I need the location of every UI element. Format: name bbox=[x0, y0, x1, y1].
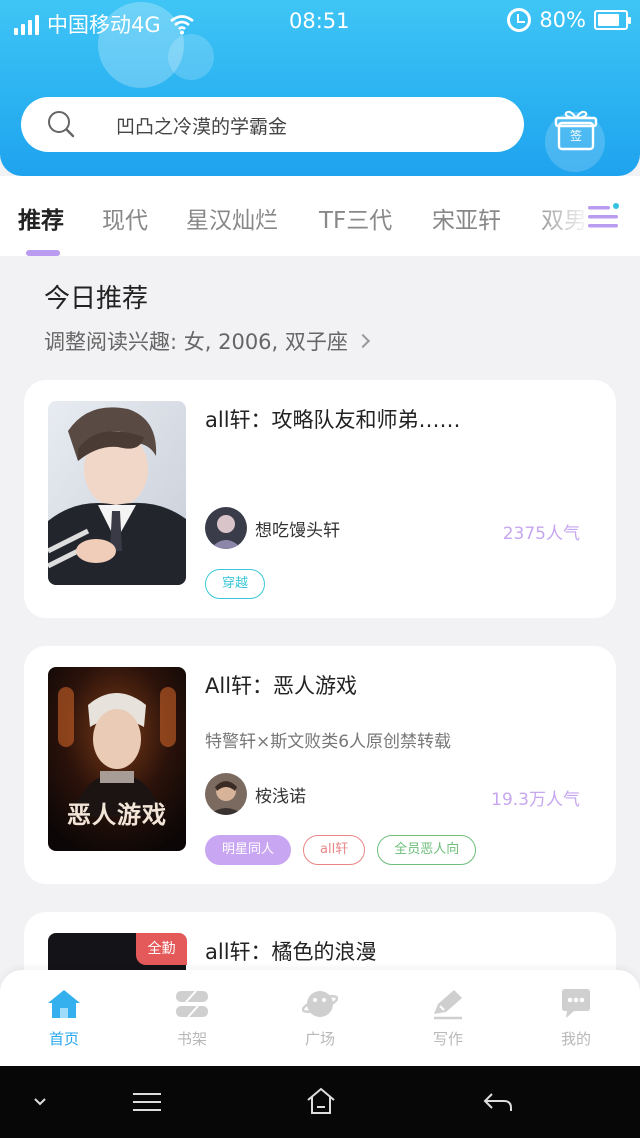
tab-xinghan[interactable]: 星汉灿烂 bbox=[186, 201, 278, 235]
author-avatar bbox=[205, 507, 247, 549]
author-row[interactable]: 想吃馒头轩 bbox=[205, 507, 340, 549]
nav-square[interactable]: 广场 bbox=[280, 988, 360, 1049]
author-row[interactable]: 桉浅诺 bbox=[205, 773, 306, 815]
bookshelf-icon bbox=[176, 990, 208, 1018]
book-card[interactable]: 恶人游戏 All轩：恶人游戏 特警轩×斯文败类6人原创禁转载 桉浅诺 19.3万… bbox=[24, 646, 616, 884]
chat-icon bbox=[562, 989, 590, 1018]
tab-modern[interactable]: 现代 bbox=[102, 201, 148, 235]
tab-tf3[interactable]: TF三代 bbox=[319, 201, 392, 235]
tab-songyaxuan[interactable]: 宋亚轩 bbox=[432, 201, 501, 235]
battery-icon bbox=[594, 10, 631, 30]
menu-icon[interactable] bbox=[132, 1091, 162, 1113]
tag[interactable]: 穿越 bbox=[205, 569, 266, 599]
wifi-icon bbox=[169, 15, 194, 35]
cover-title: 恶人游戏 bbox=[67, 800, 167, 829]
category-menu-icon[interactable] bbox=[588, 203, 622, 231]
battery-percent: 80% bbox=[539, 8, 586, 32]
signal-icon bbox=[14, 13, 39, 35]
interest-adjust-link[interactable]: 调整阅读兴趣: 女, 2006, 双子座 bbox=[44, 326, 370, 356]
search-placeholder: 凹凸之冷漠的学霸金 bbox=[116, 116, 288, 138]
book-cover[interactable]: 恶人游戏 bbox=[48, 667, 186, 851]
nav-write[interactable]: 写作 bbox=[408, 988, 488, 1049]
author-name: 桉浅诺 bbox=[255, 786, 306, 807]
planet-icon bbox=[302, 991, 338, 1017]
book-title[interactable]: All轩：恶人游戏 bbox=[205, 670, 357, 700]
carrier-label: 中国移动4G bbox=[47, 13, 161, 37]
nav-bookshelf[interactable]: 书架 bbox=[152, 988, 232, 1049]
full-attendance-badge: 全勤 bbox=[136, 933, 187, 965]
search-icon bbox=[48, 111, 75, 138]
nav-label: 广场 bbox=[304, 1030, 335, 1048]
interest-text: 调整阅读兴趣: 女, 2006, 双子座 bbox=[44, 330, 348, 354]
tag[interactable]: all轩 bbox=[303, 835, 366, 865]
status-bar: 中国移动4G 08:51 80% bbox=[0, 0, 640, 44]
section-title: 今日推荐 bbox=[44, 284, 149, 314]
nav-me[interactable]: 我的 bbox=[536, 988, 616, 1049]
chevron-down-icon[interactable] bbox=[32, 1096, 48, 1108]
tag-list: 明星同人 all轩 全员恶人向 bbox=[205, 835, 477, 865]
pen-icon bbox=[434, 990, 462, 1020]
popularity: 2375人气 bbox=[502, 524, 580, 544]
bottom-nav: 首页 书架 广场 写作 我的 bbox=[0, 970, 640, 1066]
tag[interactable]: 全员恶人向 bbox=[377, 835, 477, 865]
search-bar[interactable]: 凹凸之冷漠的学霸金 bbox=[21, 97, 524, 152]
clock: 08:51 bbox=[289, 9, 350, 33]
nav-label: 写作 bbox=[432, 1030, 463, 1048]
tag[interactable]: 明星同人 bbox=[205, 835, 292, 865]
book-card[interactable]: all轩：攻略队友和师弟…… 想吃馒头轩 2375人气 穿越 bbox=[24, 380, 616, 618]
chevron-right-icon bbox=[355, 333, 370, 349]
back-icon[interactable] bbox=[482, 1090, 514, 1114]
active-tab-indicator bbox=[26, 250, 60, 256]
tag-list: 穿越 bbox=[205, 569, 266, 599]
book-title[interactable]: all轩：攻略队友和师弟…… bbox=[205, 404, 461, 434]
alarm-icon bbox=[507, 8, 532, 32]
book-description: 特警轩×斯文败类6人原创禁转载 bbox=[205, 732, 452, 752]
tab-recommend[interactable]: 推荐 bbox=[18, 201, 64, 235]
book-cover[interactable] bbox=[48, 401, 186, 585]
nav-label: 书架 bbox=[176, 1030, 207, 1048]
home-icon bbox=[48, 990, 80, 1018]
popularity: 19.3万人气 bbox=[491, 790, 580, 810]
system-navigation-bar bbox=[0, 1066, 640, 1138]
nav-home[interactable]: 首页 bbox=[24, 988, 104, 1049]
home-button-icon[interactable] bbox=[305, 1086, 337, 1116]
nav-label: 我的 bbox=[560, 1030, 591, 1048]
category-tabs: 推荐 现代 星汉灿烂 TF三代 宋亚轩 双男 bbox=[0, 176, 640, 256]
sign-in-gift-button[interactable]: 签 bbox=[552, 108, 600, 156]
nav-label: 首页 bbox=[48, 1030, 79, 1048]
sign-in-label: 签 bbox=[569, 129, 582, 143]
author-name: 想吃馒头轩 bbox=[255, 520, 340, 541]
header: 中国移动4G 08:51 80% 凹凸之冷漠的学霸金 签 bbox=[0, 0, 640, 176]
book-title[interactable]: all轩：橘色的浪漫 bbox=[205, 936, 377, 966]
author-avatar bbox=[205, 773, 247, 815]
tabs-fade bbox=[530, 176, 640, 256]
